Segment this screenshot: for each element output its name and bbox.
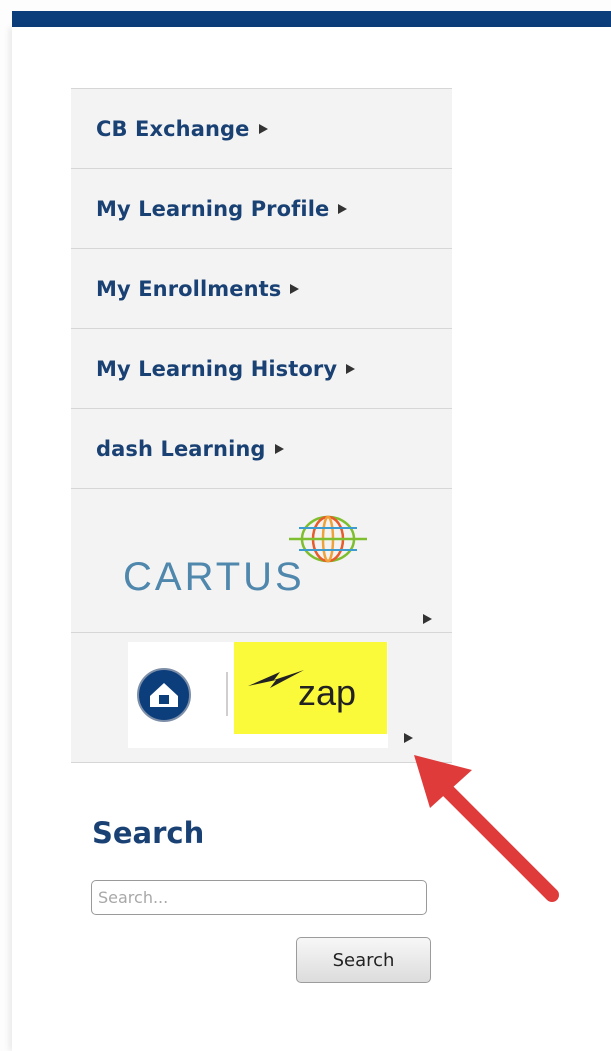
sidebar-item-label: My Enrollments: [96, 276, 282, 301]
cartus-logo: CARTUS: [123, 509, 393, 599]
triangle-right-icon: [274, 443, 284, 454]
logo-separator: [226, 672, 228, 716]
sidebar-item-my-enrollments[interactable]: My Enrollments: [71, 249, 452, 329]
zap-logo-text: zap: [298, 672, 357, 713]
search-input[interactable]: [91, 880, 427, 915]
sidebar-item-label: My Learning Profile: [96, 196, 330, 221]
triangle-right-icon: [404, 733, 413, 743]
triangle-right-icon: [423, 614, 432, 624]
sidebar-item-dash-learning[interactable]: dash Learning: [71, 409, 452, 489]
cartus-logo-text: CARTUS: [123, 555, 305, 599]
triangle-right-icon: [338, 203, 348, 214]
house-badge-icon: [137, 668, 191, 722]
sidebar-item-label: CB Exchange: [96, 116, 250, 141]
sidebar-item-zap[interactable]: zap: [71, 633, 452, 763]
triangle-right-icon: [346, 363, 356, 374]
search-button[interactable]: Search: [296, 937, 431, 983]
sidebar-item-my-learning-history[interactable]: My Learning History: [71, 329, 452, 409]
sidebar-item-label: dash Learning: [96, 436, 266, 461]
sidebar-item-cartus[interactable]: CARTUS: [71, 489, 452, 633]
zap-logo: zap: [128, 642, 388, 748]
triangle-right-icon: [258, 123, 268, 134]
sidebar-item-cb-exchange[interactable]: CB Exchange: [71, 89, 452, 169]
sidebar-item-label: My Learning History: [96, 356, 338, 381]
lightning-bolt-icon: [248, 670, 304, 688]
sidebar-menu: CB Exchange My Learning Profile My Enrol…: [71, 88, 452, 763]
triangle-right-icon: [290, 283, 300, 294]
sidebar-item-my-learning-profile[interactable]: My Learning Profile: [71, 169, 452, 249]
zap-logo-panel: zap: [234, 642, 387, 734]
top-brand-bar: [12, 11, 611, 27]
search-heading: Search: [92, 816, 205, 850]
